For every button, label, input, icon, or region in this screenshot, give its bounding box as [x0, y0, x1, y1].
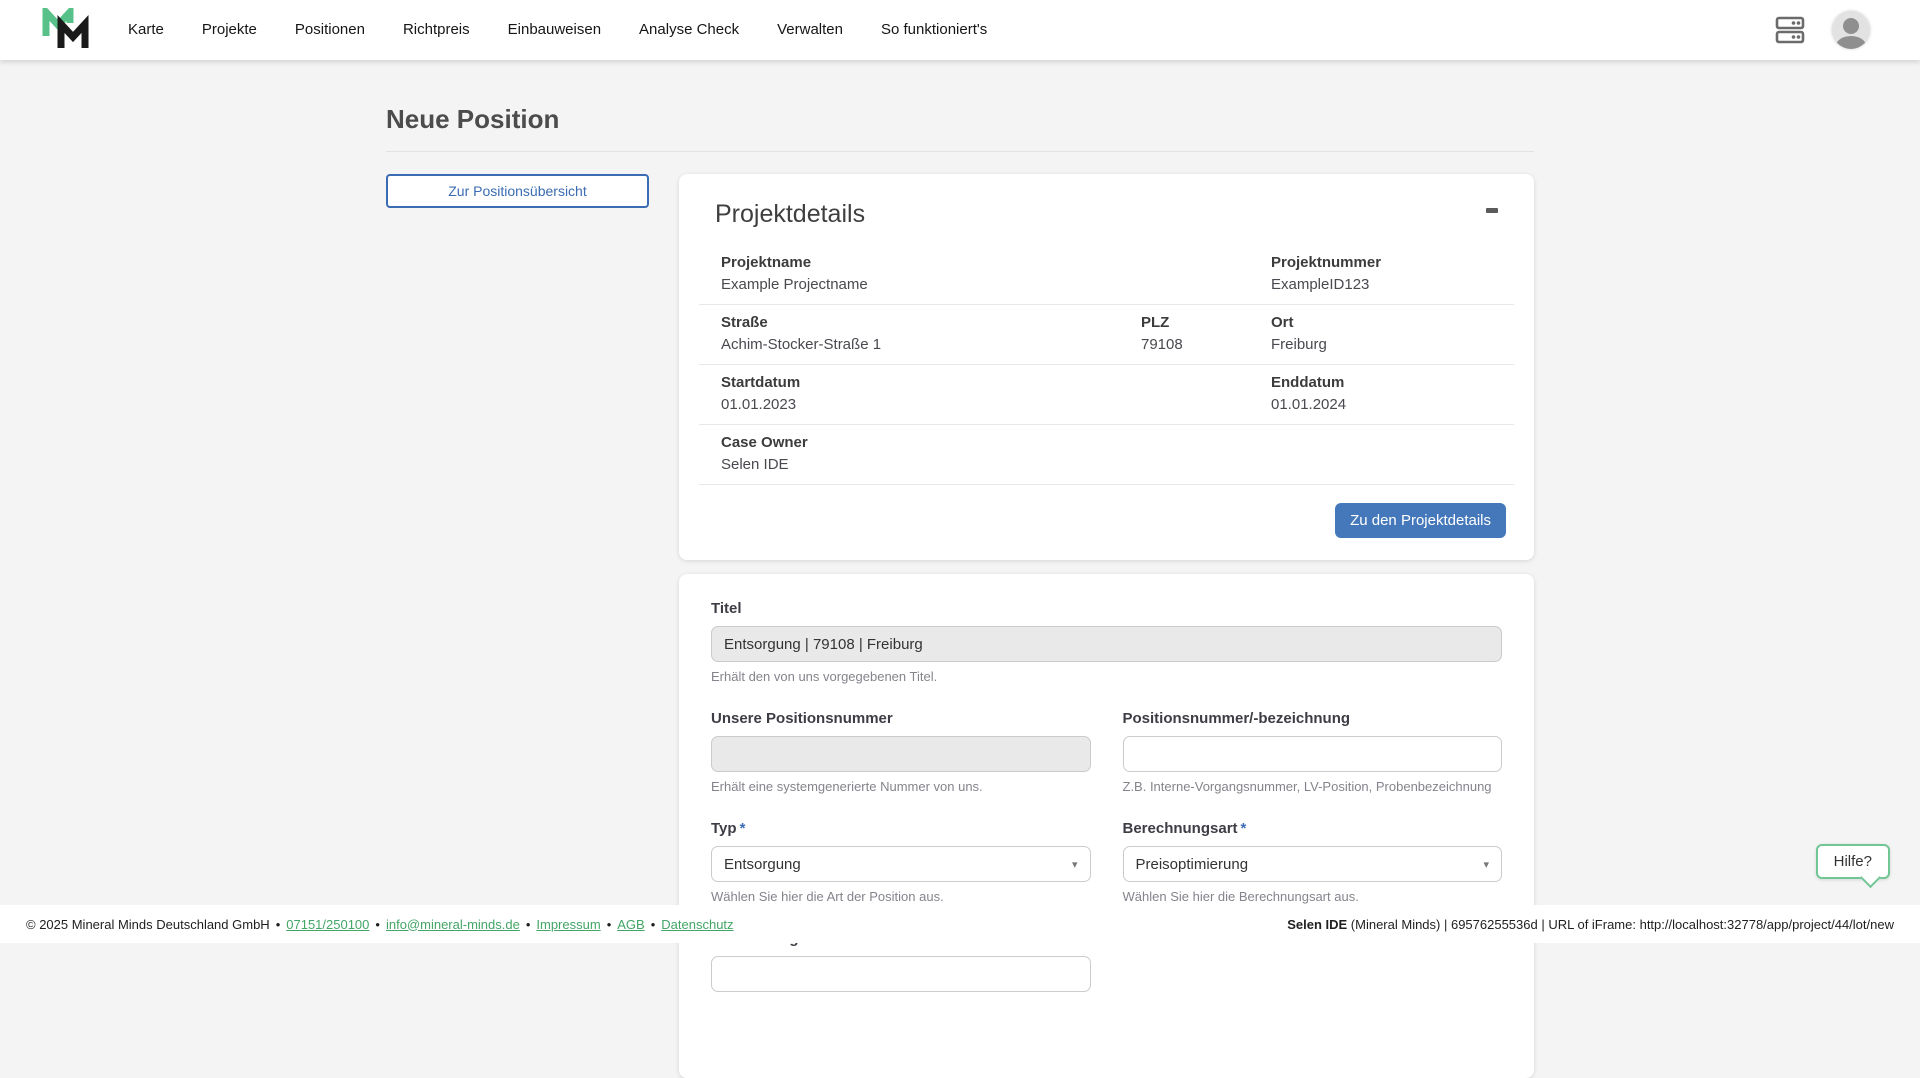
- chevron-down-icon: ▾: [1072, 858, 1078, 871]
- new-position-form-card: Titel Erhält den von uns vorgegebenen Ti…: [679, 574, 1534, 1078]
- projektname-value: Example Projectname: [721, 276, 1271, 293]
- project-details-rows: Projektname Example Projectname Projektn…: [699, 245, 1514, 485]
- top-navbar: Karte Projekte Positionen Richtpreis Ein…: [0, 0, 1920, 60]
- nav-item-so-funktionierts[interactable]: So funktioniert's: [881, 0, 987, 60]
- required-marker: *: [1241, 820, 1247, 837]
- footer-datenschutz-link[interactable]: Datenschutz: [661, 917, 733, 932]
- page-title: Neue Position: [386, 104, 1534, 151]
- footer-separator: •: [526, 917, 531, 932]
- typ-field-block: Typ* Entsorgung ▾ Wählen Sie hier die Ar…: [711, 820, 1091, 904]
- footer-separator: •: [651, 917, 656, 932]
- startdatum-value: 01.01.2023: [721, 396, 1271, 413]
- typ-helper: Wählen Sie hier die Art der Position aus…: [711, 889, 1091, 904]
- berechnungsart-select[interactable]: Preisoptimierung ▾: [1123, 846, 1503, 882]
- avatar-head: [1843, 18, 1859, 34]
- footer-separator: •: [607, 917, 612, 932]
- footer-left: © 2025 Mineral Minds Deutschland GmbH • …: [26, 917, 734, 932]
- table-row: Projektname Example Projectname Projektn…: [699, 245, 1514, 305]
- footer-impressum-link[interactable]: Impressum: [536, 917, 600, 932]
- nav-item-projekte[interactable]: Projekte: [202, 0, 257, 60]
- typ-select[interactable]: Entsorgung ▾: [711, 846, 1091, 882]
- positionsnummer-input[interactable]: [1123, 736, 1503, 772]
- nav-item-einbauweisen[interactable]: Einbauweisen: [508, 0, 601, 60]
- strasse-label: Straße: [721, 314, 1141, 331]
- nav-item-verwalten[interactable]: Verwalten: [777, 0, 843, 60]
- enddatum-value: 01.01.2024: [1271, 396, 1492, 413]
- titel-input: [711, 626, 1502, 662]
- case-owner-value: Selen IDE: [721, 456, 1492, 473]
- ort-label: Ort: [1271, 314, 1492, 331]
- footer-phone-link[interactable]: 07151/250100: [286, 917, 369, 932]
- unsere-positionsnummer-field-block: Unsere Positionsnummer Erhält eine syste…: [711, 710, 1091, 794]
- titel-helper: Erhält den von uns vorgegebenen Titel.: [711, 669, 1502, 684]
- footer-separator: •: [375, 917, 380, 932]
- footer-separator: •: [276, 917, 281, 932]
- minus-icon: [1486, 208, 1498, 213]
- titel-field-block: Titel Erhält den von uns vorgegebenen Ti…: [711, 600, 1502, 684]
- ort-value: Freiburg: [1271, 336, 1492, 353]
- unsere-positionsnummer-input: [711, 736, 1091, 772]
- main-nav: Karte Projekte Positionen Richtpreis Ein…: [128, 0, 987, 60]
- help-bubble-button[interactable]: Hilfe?: [1816, 844, 1890, 879]
- enddatum-label: Enddatum: [1271, 374, 1492, 391]
- table-row: Straße Achim-Stocker-Straße 1 PLZ 79108 …: [699, 305, 1514, 365]
- nav-item-karte[interactable]: Karte: [128, 0, 164, 60]
- nav-item-analyse-check[interactable]: Analyse Check: [639, 0, 739, 60]
- berechnungsart-helper: Wählen Sie hier die Berechnungsart aus.: [1123, 889, 1503, 904]
- avatar-shoulders: [1836, 36, 1866, 49]
- positionsnummer-label: Positionsnummer/-bezeichnung: [1123, 710, 1503, 727]
- projektnummer-value: ExampleID123: [1271, 276, 1492, 293]
- nav-item-positionen[interactable]: Positionen: [295, 0, 365, 60]
- project-details-card: Projektdetails Projektname Example Proje…: [679, 174, 1534, 560]
- typ-label: Typ*: [711, 820, 1091, 837]
- projektname-label: Projektname: [721, 254, 1271, 271]
- chevron-down-icon: ▾: [1483, 858, 1489, 871]
- case-manager-input[interactable]: [711, 956, 1091, 992]
- required-marker: *: [740, 820, 746, 837]
- typ-select-value: Entsorgung: [724, 856, 801, 873]
- footer-user-details: (Mineral Minds) | 69576255536d | URL of …: [1347, 917, 1894, 932]
- footer-email-link[interactable]: info@mineral-minds.de: [386, 917, 520, 932]
- table-row: Startdatum 01.01.2023 Enddatum 01.01.202…: [699, 365, 1514, 425]
- berechnungsart-field-block: Berechnungsart* Preisoptimierung ▾ Wähle…: [1123, 820, 1503, 904]
- project-details-title: Projektdetails: [715, 200, 865, 229]
- footer-user-name: Selen IDE: [1287, 917, 1347, 932]
- go-to-project-details-button[interactable]: Zu den Projektdetails: [1335, 503, 1506, 538]
- plz-value: 79108: [1141, 336, 1271, 353]
- case-owner-label: Case Owner: [721, 434, 1492, 451]
- projektnummer-label: Projektnummer: [1271, 254, 1492, 271]
- collapse-card-button[interactable]: [1480, 200, 1504, 221]
- footer-copyright: © 2025 Mineral Minds Deutschland GmbH: [26, 917, 270, 932]
- plz-label: PLZ: [1141, 314, 1271, 331]
- mineral-minds-logo-icon[interactable]: [42, 8, 92, 52]
- server-icon[interactable]: [1774, 15, 1806, 45]
- left-column: Zur Positionsübersicht: [386, 174, 649, 208]
- berechnungsart-label: Berechnungsart*: [1123, 820, 1503, 837]
- footer-agb-link[interactable]: AGB: [617, 917, 644, 932]
- unsere-positionsnummer-helper: Erhält eine systemgenerierte Nummer von …: [711, 779, 1091, 794]
- title-divider: [386, 151, 1534, 152]
- table-row: Case Owner Selen IDE: [699, 425, 1514, 485]
- startdatum-label: Startdatum: [721, 374, 1271, 391]
- back-to-positions-button[interactable]: Zur Positionsübersicht: [386, 174, 649, 208]
- unsere-positionsnummer-label: Unsere Positionsnummer: [711, 710, 1091, 727]
- positionsnummer-field-block: Positionsnummer/-bezeichnung Z.B. Intern…: [1123, 710, 1503, 794]
- footer-user-info: Selen IDE (Mineral Minds) | 69576255536d…: [1287, 917, 1894, 932]
- berechnungsart-select-value: Preisoptimierung: [1136, 856, 1249, 873]
- user-avatar-icon[interactable]: [1832, 11, 1870, 49]
- positionsnummer-helper: Z.B. Interne-Vorgangsnummer, LV-Position…: [1123, 779, 1503, 794]
- strasse-value: Achim-Stocker-Straße 1: [721, 336, 1141, 353]
- titel-label: Titel: [711, 600, 1502, 617]
- nav-item-richtpreis[interactable]: Richtpreis: [403, 0, 470, 60]
- footer: © 2025 Mineral Minds Deutschland GmbH • …: [0, 905, 1920, 943]
